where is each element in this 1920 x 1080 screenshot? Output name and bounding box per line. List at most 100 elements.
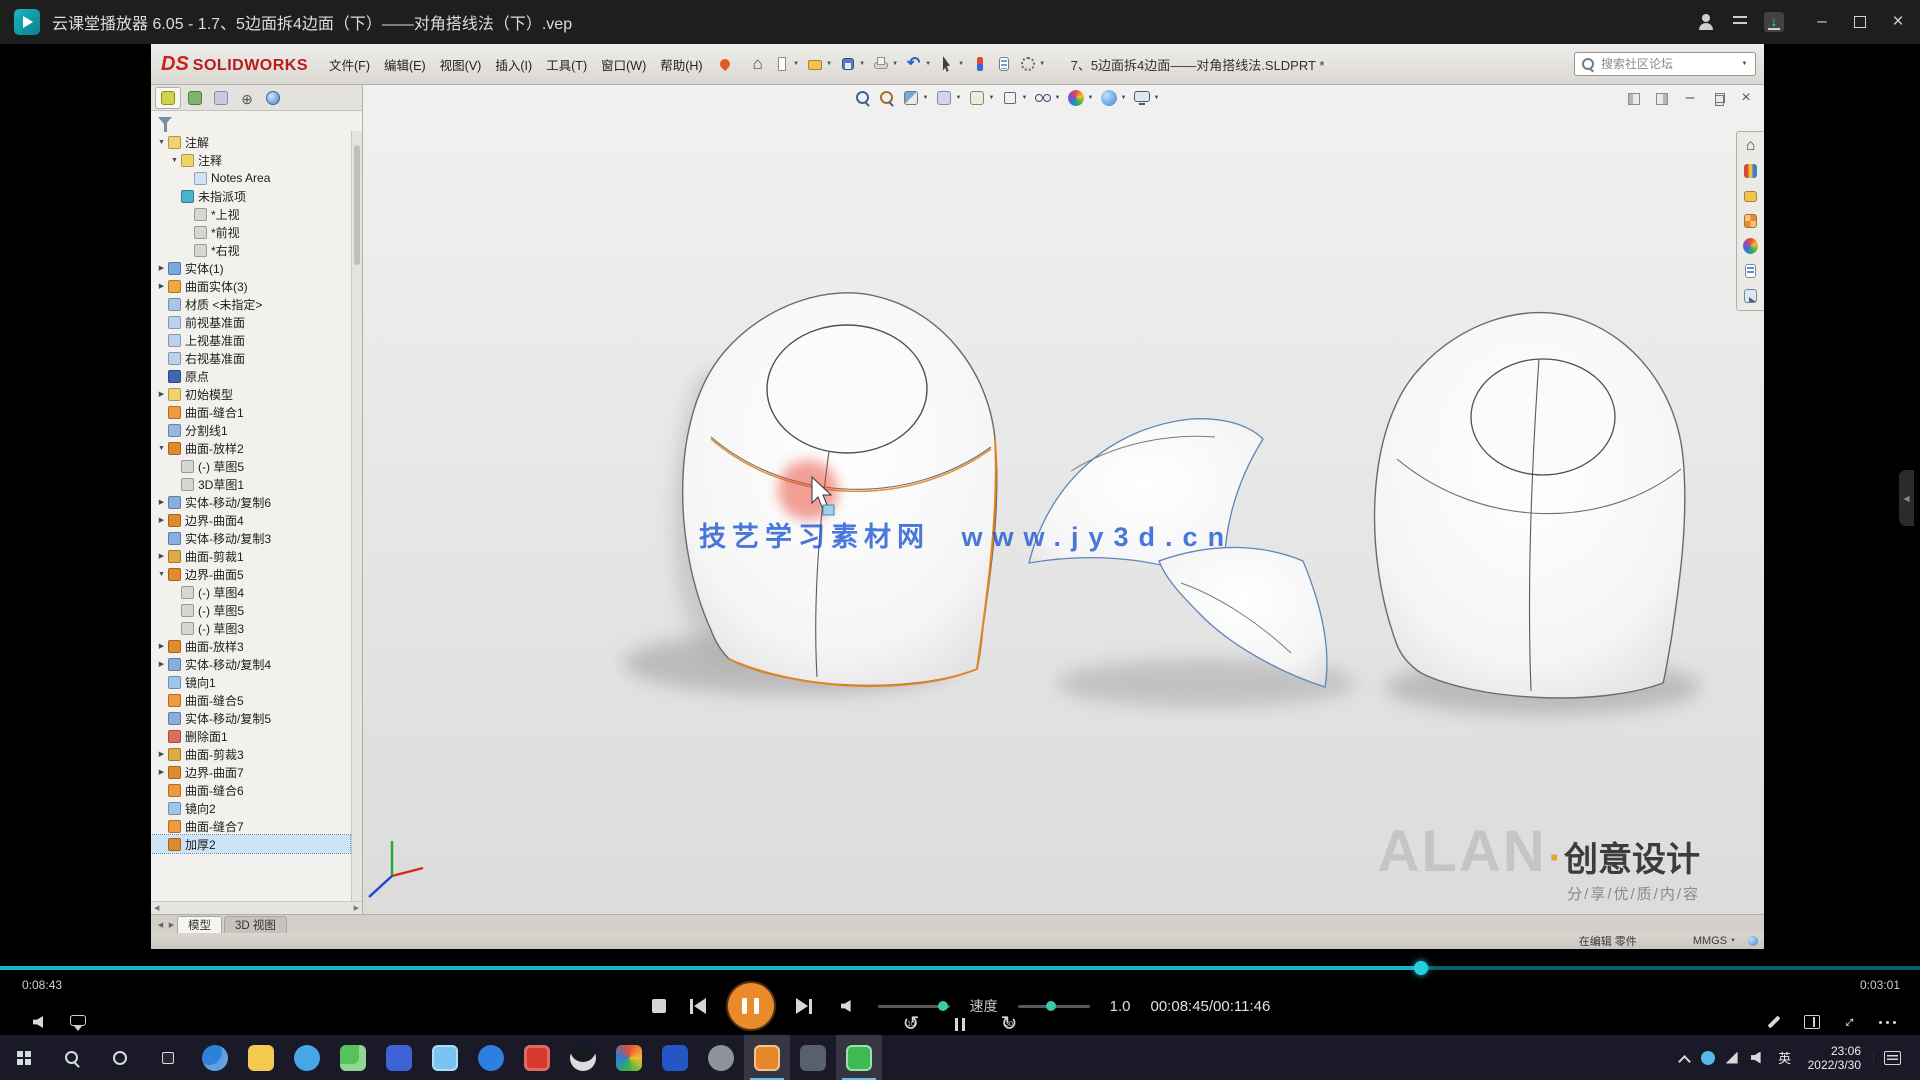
dropdown-caret-icon[interactable] bbox=[987, 95, 996, 101]
home-button[interactable] bbox=[746, 54, 770, 74]
search-input[interactable] bbox=[1601, 57, 1734, 71]
tree-item[interactable]: 边界-曲面5 bbox=[151, 565, 350, 583]
featuremanager-tab-button[interactable] bbox=[155, 87, 181, 109]
user-button[interactable] bbox=[1694, 10, 1718, 34]
community-search-box[interactable] bbox=[1574, 52, 1756, 76]
qq-taskbar-icon[interactable] bbox=[560, 1035, 606, 1080]
design-library-button[interactable] bbox=[1739, 161, 1762, 181]
language-indicator[interactable]: 英 bbox=[1770, 1048, 1800, 1067]
expander-icon[interactable] bbox=[156, 445, 167, 452]
view-settings-button[interactable] bbox=[1130, 88, 1163, 108]
dropdown-caret-icon[interactable] bbox=[924, 61, 933, 67]
app-colorful-taskbar-icon[interactable] bbox=[606, 1035, 652, 1080]
appearances-button[interactable] bbox=[1739, 236, 1762, 256]
minimize-button[interactable] bbox=[1810, 10, 1834, 34]
tree-item[interactable]: 上视基准面 bbox=[151, 331, 350, 349]
document-tab[interactable]: 模型 bbox=[177, 916, 222, 933]
pane-left-button[interactable] bbox=[1622, 89, 1646, 109]
tab-nav-right-icon[interactable]: ▶ bbox=[166, 921, 177, 933]
speaker-button[interactable] bbox=[26, 1012, 50, 1032]
zoom-area-button[interactable] bbox=[875, 88, 899, 108]
tree-item[interactable]: 曲面-放样3 bbox=[151, 637, 350, 655]
custom-properties-button[interactable] bbox=[1739, 261, 1762, 281]
more-button[interactable] bbox=[1876, 1012, 1900, 1032]
save-button[interactable] bbox=[836, 54, 869, 74]
tree-horizontal-scrollbar[interactable] bbox=[151, 901, 362, 914]
tray-volume-button[interactable] bbox=[1744, 1048, 1768, 1068]
speed-slider[interactable] bbox=[1018, 1005, 1090, 1008]
open-button[interactable] bbox=[803, 54, 836, 74]
undo-button[interactable] bbox=[902, 54, 935, 74]
measure-button[interactable] bbox=[968, 54, 992, 74]
tree-item[interactable]: 右视基准面 bbox=[151, 349, 350, 367]
expander-icon[interactable] bbox=[156, 498, 167, 506]
search-caret-icon[interactable] bbox=[1740, 61, 1749, 67]
edge-taskbar-icon[interactable] bbox=[192, 1035, 238, 1080]
browser-taskbar-icon[interactable] bbox=[284, 1035, 330, 1080]
progress-bar[interactable] bbox=[0, 966, 1920, 970]
action-center-button[interactable] bbox=[1873, 1051, 1911, 1065]
tree-item[interactable]: 边界-曲面7 bbox=[151, 763, 350, 781]
tree-item[interactable]: 曲面-缝合6 bbox=[151, 781, 350, 799]
pdf-reader-taskbar-icon[interactable] bbox=[514, 1035, 560, 1080]
tree-item[interactable]: (-) 草图4 bbox=[151, 583, 350, 601]
menu-item[interactable]: 插入(I) bbox=[488, 55, 539, 74]
view-orientation-button[interactable] bbox=[965, 88, 998, 108]
tree-item[interactable]: 曲面-缝合1 bbox=[151, 403, 350, 421]
menu-item[interactable]: 工具(T) bbox=[539, 55, 594, 74]
print-button[interactable] bbox=[869, 54, 902, 74]
dropdown-caret-icon[interactable] bbox=[1053, 95, 1062, 101]
edit-pencil-button[interactable] bbox=[1762, 1012, 1786, 1032]
pane-right-button[interactable] bbox=[1650, 89, 1674, 109]
select-button[interactable] bbox=[935, 54, 968, 74]
menu-item[interactable]: 视图(V) bbox=[433, 55, 489, 74]
dropdown-caret-icon[interactable] bbox=[1119, 95, 1128, 101]
bom-table-button[interactable] bbox=[992, 54, 1016, 74]
new-document-button[interactable] bbox=[770, 54, 803, 74]
taskbar-clock[interactable]: 23:06 2022/3/30 bbox=[1808, 1044, 1861, 1072]
display-style-button[interactable] bbox=[998, 88, 1031, 108]
resources-button[interactable] bbox=[1739, 136, 1762, 156]
search-button[interactable] bbox=[48, 1035, 96, 1080]
dropdown-caret-icon[interactable] bbox=[891, 61, 900, 67]
dropdown-caret-icon[interactable] bbox=[858, 61, 867, 67]
volume-slider[interactable] bbox=[878, 1005, 950, 1008]
menu-item[interactable]: 窗口(W) bbox=[594, 55, 653, 74]
app-blue-taskbar-icon[interactable] bbox=[376, 1035, 422, 1080]
tree-item[interactable]: (-) 草图3 bbox=[151, 619, 350, 637]
displaymanager-tab-button[interactable] bbox=[261, 88, 285, 108]
file-explorer-button[interactable] bbox=[1739, 186, 1762, 206]
tab-nav-left-icon[interactable]: ◀ bbox=[155, 921, 166, 933]
playlist-button[interactable] bbox=[1728, 10, 1752, 34]
emulator-taskbar-icon[interactable] bbox=[836, 1035, 882, 1080]
propertymanager-tab-button[interactable] bbox=[183, 88, 207, 108]
expander-icon[interactable] bbox=[156, 264, 167, 272]
expander-icon[interactable] bbox=[156, 750, 167, 758]
app-blue2-taskbar-icon[interactable] bbox=[652, 1035, 698, 1080]
tree-item[interactable]: 曲面-剪裁3 bbox=[151, 745, 350, 763]
file-explorer-taskbar-icon[interactable] bbox=[238, 1035, 284, 1080]
options-gear-button[interactable] bbox=[1016, 54, 1049, 74]
tree-item[interactable]: 边界-曲面4 bbox=[151, 511, 350, 529]
tree-item[interactable]: 加厚2 bbox=[151, 835, 350, 853]
doc-close-button[interactable] bbox=[1734, 89, 1758, 109]
tree-item[interactable]: (-) 草图5 bbox=[151, 457, 350, 475]
tree-item[interactable]: 曲面-放样2 bbox=[151, 439, 350, 457]
dropdown-caret-icon[interactable] bbox=[1038, 61, 1047, 67]
section-view-button[interactable] bbox=[899, 88, 932, 108]
tree-item[interactable]: 实体(1) bbox=[151, 259, 350, 277]
hide-show-items-button[interactable] bbox=[1031, 88, 1064, 108]
mail-taskbar-icon[interactable] bbox=[422, 1035, 468, 1080]
panel-button[interactable] bbox=[1800, 1012, 1824, 1032]
tree-item[interactable]: 未指派项 bbox=[151, 187, 350, 205]
tree-item[interactable]: 实体-移动/复制5 bbox=[151, 709, 350, 727]
doc-minimize-button[interactable] bbox=[1678, 89, 1702, 109]
settings-taskbar-icon[interactable] bbox=[698, 1035, 744, 1080]
tree-item[interactable]: 镜向1 bbox=[151, 673, 350, 691]
apply-scene-button[interactable] bbox=[1097, 88, 1130, 108]
expander-icon[interactable] bbox=[156, 139, 167, 146]
edit-appearance-button[interactable] bbox=[1064, 88, 1097, 108]
pin-icon[interactable] bbox=[718, 57, 732, 71]
tree-item[interactable]: 曲面实体(3) bbox=[151, 277, 350, 295]
model-viewport-graphics[interactable] bbox=[151, 85, 1764, 914]
